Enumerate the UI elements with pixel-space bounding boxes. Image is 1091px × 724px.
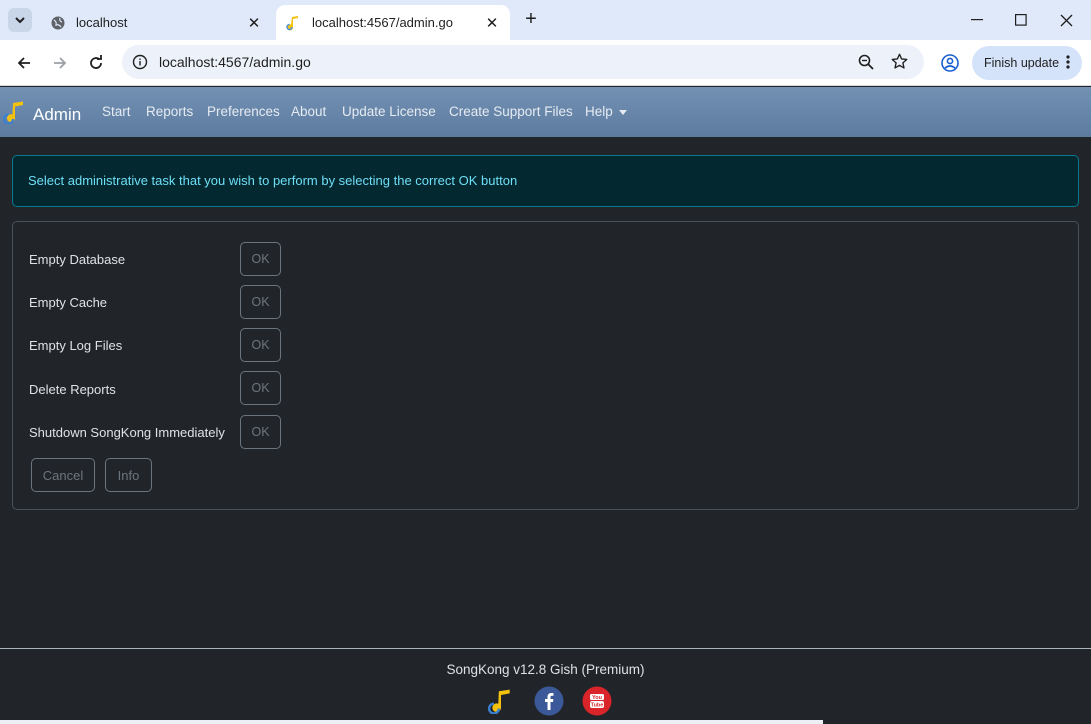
- close-tab-icon[interactable]: ✕: [244, 13, 264, 33]
- footer-version: SongKong v12.8 Gish (Premium): [446, 662, 645, 677]
- app-navbar: Admin Start Reports Preferences About Up…: [0, 87, 1091, 137]
- admin-task-panel: Empty Database OK Empty Cache OK Empty L…: [12, 221, 1079, 510]
- more-options-icon[interactable]: [1066, 55, 1070, 72]
- nav-preferences[interactable]: Preferences: [207, 104, 280, 119]
- youtube-icon[interactable]: You Tube: [582, 686, 612, 716]
- songkong-logo-icon: [2, 100, 27, 129]
- nav-help-label: Help: [585, 104, 613, 119]
- site-info-icon[interactable]: [132, 54, 148, 75]
- facebook-icon[interactable]: [534, 686, 564, 716]
- maximize-icon[interactable]: [1011, 10, 1031, 30]
- alert-text: Select administrative task that you wish…: [28, 173, 518, 188]
- minimize-icon[interactable]: [967, 10, 987, 30]
- cancel-button[interactable]: Cancel: [31, 458, 95, 492]
- profile-icon[interactable]: [938, 51, 962, 75]
- reload-icon[interactable]: [84, 51, 108, 75]
- empty-cache-ok-button[interactable]: OK: [240, 285, 281, 319]
- nav-help-dropdown[interactable]: Help: [585, 104, 627, 119]
- task-label-delete-reports: Delete Reports: [29, 382, 116, 397]
- bookmark-star-icon[interactable]: [891, 53, 908, 75]
- task-label-shutdown: Shutdown SongKong Immediately: [29, 425, 225, 440]
- browser-toolbar: localhost:4567/admin.go Finish update: [0, 40, 1091, 86]
- forward-arrow-icon[interactable]: [48, 51, 72, 75]
- brand-title: Admin: [33, 104, 82, 124]
- tab-search-button[interactable]: [8, 8, 32, 32]
- nav-update-license[interactable]: Update License: [342, 104, 436, 119]
- delete-reports-ok-button[interactable]: OK: [240, 371, 281, 405]
- svg-text:You: You: [592, 695, 602, 701]
- nav-about[interactable]: About: [291, 104, 326, 119]
- nav-start[interactable]: Start: [102, 104, 131, 119]
- caret-down-icon: [618, 109, 627, 115]
- brand[interactable]: Admin: [2, 100, 82, 129]
- browser-tab-localhost[interactable]: localhost ✕: [40, 5, 272, 40]
- url-text: localhost:4567/admin.go: [159, 54, 311, 70]
- close-tab-icon[interactable]: ✕: [482, 13, 502, 33]
- finish-update-label: Finish update: [984, 56, 1060, 70]
- task-label-empty-database: Empty Database: [29, 252, 126, 267]
- nav-reports[interactable]: Reports: [146, 104, 193, 119]
- tab-title: localhost:4567/admin.go: [312, 15, 453, 30]
- chevron-down-icon: [15, 16, 25, 23]
- globe-icon: [50, 15, 66, 31]
- browser-tabstrip: localhost ✕ localhost:4567/admin.go ✕ +: [0, 0, 1091, 40]
- back-arrow-icon[interactable]: [12, 51, 36, 75]
- empty-database-ok-button[interactable]: OK: [240, 242, 281, 276]
- shutdown-ok-button[interactable]: OK: [240, 415, 281, 449]
- task-label-empty-cache: Empty Cache: [29, 295, 108, 310]
- svg-text:Tube: Tube: [591, 703, 604, 709]
- songkong-note-icon: [286, 15, 302, 31]
- browser-tab-admin[interactable]: localhost:4567/admin.go ✕: [276, 5, 510, 40]
- empty-log-files-ok-button[interactable]: OK: [240, 328, 281, 362]
- address-bar[interactable]: localhost:4567/admin.go: [122, 45, 924, 79]
- songkong-note-icon[interactable]: [486, 686, 516, 716]
- status-bar-strip: [0, 720, 823, 724]
- finish-update-button[interactable]: Finish update: [972, 46, 1082, 80]
- info-alert: Select administrative task that you wish…: [12, 155, 1079, 207]
- task-label-empty-log-files: Empty Log Files: [29, 338, 123, 353]
- nav-create-support-files[interactable]: Create Support Files: [449, 104, 573, 119]
- new-tab-button[interactable]: +: [520, 9, 542, 31]
- zoom-icon[interactable]: [858, 54, 874, 75]
- tab-title: localhost: [76, 15, 128, 30]
- footer-divider: [0, 648, 1091, 649]
- info-button[interactable]: Info: [105, 458, 152, 492]
- close-window-icon[interactable]: [1056, 10, 1076, 30]
